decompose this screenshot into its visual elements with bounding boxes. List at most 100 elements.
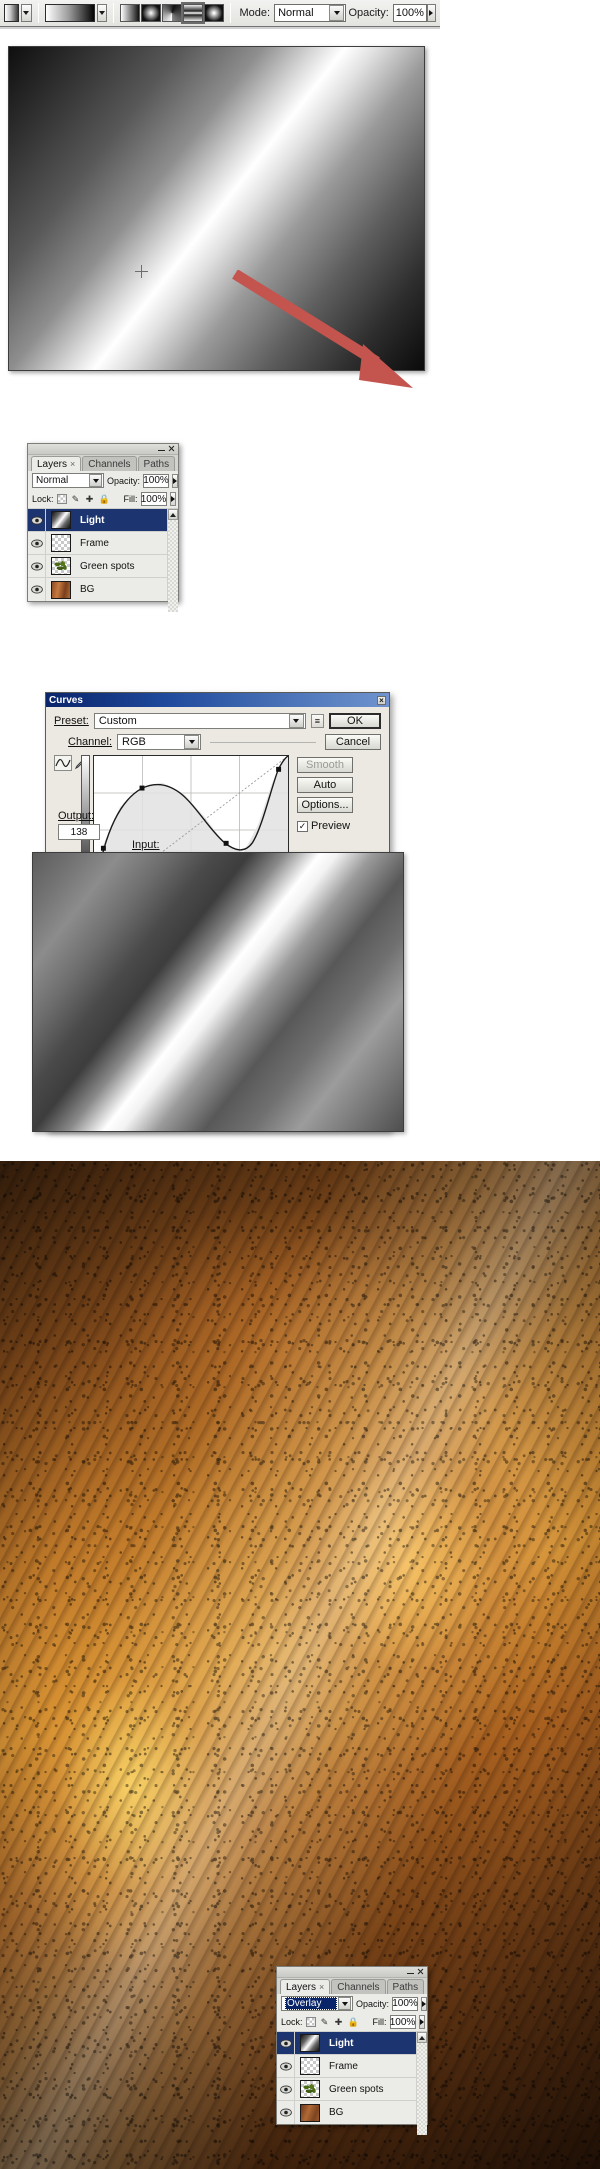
fill-input[interactable]: 100% xyxy=(389,2015,416,2029)
layer-visibility-toggle[interactable] xyxy=(28,555,46,577)
layer-visibility-toggle[interactable] xyxy=(28,509,46,531)
layer-opacity-input[interactable]: 100% xyxy=(392,1996,419,2011)
palette-titlebar[interactable] xyxy=(277,1967,427,1978)
mode-label: Mode: xyxy=(239,7,271,19)
radial-gradient-button[interactable] xyxy=(141,4,162,22)
reflected-gradient-button[interactable] xyxy=(181,2,206,24)
tab-paths[interactable]: Paths xyxy=(386,1979,425,1994)
palette-titlebar[interactable] xyxy=(28,444,178,455)
layer-visibility-toggle[interactable] xyxy=(277,2078,295,2100)
close-icon[interactable] xyxy=(168,445,175,452)
chevron-down-icon[interactable] xyxy=(89,474,102,487)
table-row[interactable]: Green spots xyxy=(277,2078,416,2101)
dialog-title: Curves xyxy=(49,694,83,706)
lock-image-pixels-icon[interactable]: ✎ xyxy=(320,2017,330,2027)
layer-visibility-toggle[interactable] xyxy=(277,2032,295,2054)
gradient-preset-dropdown-arrow[interactable] xyxy=(21,4,32,22)
lock-buttons: ✎ ✚ 🔒 xyxy=(305,2017,359,2027)
chevron-down-icon[interactable] xyxy=(184,735,200,749)
opacity-slider-arrow[interactable] xyxy=(426,4,436,22)
layer-opacity-arrow[interactable] xyxy=(172,473,179,488)
curve-point-tool-icon[interactable] xyxy=(54,755,72,771)
layer-visibility-toggle[interactable] xyxy=(28,578,46,601)
chevron-down-icon[interactable] xyxy=(338,1997,351,2010)
layer-blend-mode-select[interactable]: Overlay xyxy=(281,1996,353,2011)
foreground-background-gradient-swatch[interactable] xyxy=(4,4,20,22)
layer-opacity-input[interactable]: 100% xyxy=(143,473,170,488)
auto-button[interactable]: Auto xyxy=(297,777,353,793)
preview-checkbox-row[interactable]: ✓ Preview xyxy=(297,820,353,832)
lock-all-icon[interactable]: 🔒 xyxy=(99,494,110,504)
lock-image-pixels-icon[interactable]: ✎ xyxy=(71,494,81,504)
lock-transparent-pixels-icon[interactable] xyxy=(56,494,67,504)
table-row[interactable]: BG xyxy=(28,578,167,601)
cancel-button[interactable]: Cancel xyxy=(325,734,381,750)
lock-all-icon[interactable]: 🔒 xyxy=(348,2017,359,2027)
tab-channels[interactable]: Channels xyxy=(82,456,137,471)
blend-mode-row: Normal Opacity: 100% xyxy=(28,471,179,490)
table-row[interactable]: Frame xyxy=(28,532,167,555)
layers-list: Light Frame Green spots BG xyxy=(28,509,167,601)
tab-layers[interactable]: Layers × xyxy=(31,456,82,471)
layer-name: Light xyxy=(329,2037,354,2049)
layer-thumbnail xyxy=(300,2034,320,2052)
tab-paths[interactable]: Paths xyxy=(137,456,176,471)
preset-label: Preset: xyxy=(54,715,89,727)
fill-arrow[interactable] xyxy=(418,2015,425,2029)
table-row[interactable]: Light xyxy=(277,2032,416,2055)
tab-close-icon[interactable]: × xyxy=(70,459,75,469)
output-group: Output: 138 xyxy=(58,810,100,840)
table-row[interactable]: Green spots xyxy=(28,555,167,578)
layer-opacity-arrow[interactable] xyxy=(421,1996,428,2011)
scroll-up-button[interactable] xyxy=(168,509,178,520)
table-row[interactable]: Frame xyxy=(277,2055,416,2078)
diamond-gradient-button[interactable] xyxy=(204,4,225,22)
tab-layers-label: Layers xyxy=(286,1981,317,1993)
opacity-input[interactable]: 100% xyxy=(392,4,427,22)
scrollbar-track[interactable] xyxy=(417,2043,427,2135)
ok-button[interactable]: OK xyxy=(328,713,381,729)
chevron-down-icon[interactable] xyxy=(329,5,345,21)
eye-icon xyxy=(279,2038,292,2048)
minimize-icon[interactable] xyxy=(158,445,165,452)
layers-scrollbar[interactable] xyxy=(167,509,178,612)
close-icon[interactable]: × xyxy=(377,695,386,705)
layer-name: Frame xyxy=(80,537,109,549)
blend-mode-value: Normal xyxy=(278,7,314,19)
tab-layers[interactable]: Layers × xyxy=(280,1979,331,1994)
output-input[interactable]: 138 xyxy=(58,824,100,840)
fill-input[interactable]: 100% xyxy=(140,492,167,506)
lock-position-icon[interactable]: ✚ xyxy=(334,2017,344,2027)
fill-arrow[interactable] xyxy=(169,492,176,506)
linear-gradient-button[interactable] xyxy=(120,4,141,22)
close-icon[interactable] xyxy=(417,1968,424,1975)
table-row[interactable]: Light xyxy=(28,509,167,532)
chevron-down-icon[interactable] xyxy=(288,714,304,728)
gradient-picker-dropdown-arrow[interactable] xyxy=(96,4,108,22)
table-row[interactable]: BG xyxy=(277,2101,416,2124)
tab-paths-label: Paths xyxy=(392,1981,419,1993)
toolbar-divider-1 xyxy=(37,3,39,23)
layer-visibility-toggle[interactable] xyxy=(277,2101,295,2124)
layer-visibility-toggle[interactable] xyxy=(277,2055,295,2077)
layer-visibility-toggle[interactable] xyxy=(28,532,46,554)
preset-options-menu-icon[interactable]: ≡ xyxy=(310,714,324,728)
dialog-titlebar[interactable]: Curves × xyxy=(46,693,389,707)
preset-select[interactable]: Custom xyxy=(93,713,306,729)
tab-channels[interactable]: Channels xyxy=(331,1979,386,1994)
gradient-preview[interactable] xyxy=(44,4,95,22)
scrollbar-track[interactable] xyxy=(168,520,178,612)
blend-mode-select[interactable]: Normal xyxy=(274,4,347,22)
smooth-button[interactable]: Smooth xyxy=(297,757,353,773)
preview-checkbox[interactable]: ✓ xyxy=(297,820,308,832)
tab-close-icon[interactable]: × xyxy=(319,1982,324,1992)
minimize-icon[interactable] xyxy=(407,1968,414,1975)
channel-select[interactable]: RGB xyxy=(117,734,202,750)
lock-transparent-pixels-icon[interactable] xyxy=(305,2017,316,2027)
lock-position-icon[interactable]: ✚ xyxy=(85,494,95,504)
layer-blend-mode-select[interactable]: Normal xyxy=(32,473,104,488)
scroll-up-button[interactable] xyxy=(417,2032,427,2043)
angle-gradient-button[interactable] xyxy=(162,4,183,22)
options-button[interactable]: Options... xyxy=(297,797,353,813)
layers-scrollbar[interactable] xyxy=(416,2032,427,2135)
